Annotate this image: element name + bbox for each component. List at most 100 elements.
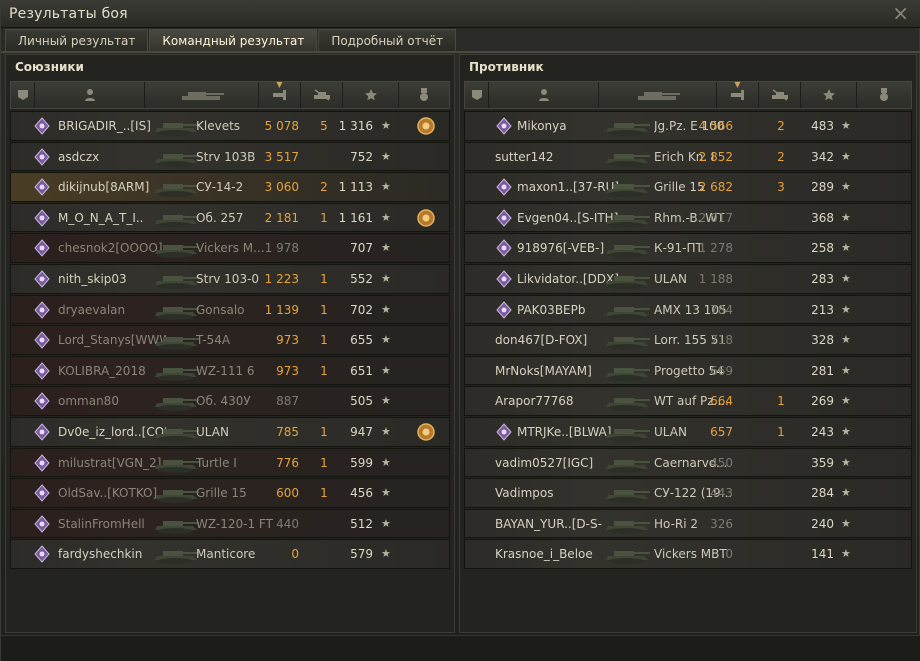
player-row[interactable]: Krasnoe_i_Beloe Vickers MBT 0 141 ★ [464, 539, 912, 569]
player-name: OldSav..[KOTKO] [58, 486, 158, 501]
damage-value: 2 852 [698, 149, 733, 164]
player-icon[interactable] [489, 82, 599, 108]
player-row[interactable]: Dv0e_iz_lord..[COIOZ]ULAN7851947★ [10, 416, 450, 447]
clan-badge-icon [33, 117, 51, 135]
player-row[interactable]: nith_skip03 Strv 103-0 1 223 1 552 ★ [10, 263, 450, 294]
frags-value: 2 [777, 149, 785, 164]
star-icon: ★ [841, 547, 851, 561]
star-icon: ★ [841, 394, 851, 408]
tab-personal[interactable]: Личный результат [5, 29, 149, 51]
tank-image [151, 389, 201, 413]
player-row[interactable]: asdczx Strv 103B 3 517 752 ★ [10, 141, 450, 172]
player-row[interactable]: don467[D-FOX] Lorr. 155 51 718 328 ★ [464, 325, 912, 355]
damage-icon[interactable]: ▼ [259, 80, 301, 108]
player-row[interactable]: OldSav..[KOTKO] Grille 15 600 1 456 ★ [10, 478, 450, 508]
player-row[interactable]: Arapor77768 WT auf Pz.... 664 1 269 ★ [464, 386, 912, 416]
xp-value: 213 [811, 302, 834, 317]
tab-detailed[interactable]: Подробный отчёт [318, 29, 457, 51]
frags-value: 1 [320, 302, 328, 317]
damage-value: 3 517 [264, 149, 299, 164]
player-row[interactable]: Likvidator..[DDX] ULAN 1 188 283 ★ [464, 263, 912, 294]
squad-icon[interactable] [11, 82, 35, 108]
medal-icon[interactable] [416, 422, 436, 442]
player-row[interactable]: PAK03BEPb AMX 13 105 784 213 ★ [464, 294, 912, 325]
player-row[interactable]: vadim0527[IGC] Caernarvo... 450 359 ★ [464, 447, 912, 478]
player-row[interactable]: BRIGADIR_..[IS] Klevets 5 078 5 1 316 ★ [10, 111, 450, 141]
player-name: don467[D-FOX] [495, 333, 588, 348]
clan-badge-icon [33, 331, 51, 349]
player-icon[interactable] [35, 82, 145, 108]
player-row[interactable]: KOLIBRA_2018 WZ-111 6 973 1 651 ★ [10, 355, 450, 386]
player-name: Krasnoe_i_Beloe [495, 547, 593, 562]
medal-icon[interactable] [399, 82, 449, 108]
damage-icon[interactable]: ▼ [717, 80, 759, 108]
clan-badge-icon [495, 117, 513, 135]
star-icon: ★ [841, 119, 851, 132]
star-icon: ★ [841, 302, 851, 316]
star-icon[interactable] [801, 82, 857, 108]
player-row[interactable]: Evgen04..[S-ITH] Rhm.-B. WT 2 017 368 ★ [464, 202, 912, 233]
frags-value: 2 [320, 180, 328, 195]
player-row[interactable]: BAYAN_YUR..[D-S-1] Ho-Ri 2 326 240 ★ [464, 508, 912, 539]
player-row[interactable]: MTRJKe..[BLWA] ULAN 657 1 243 ★ [464, 416, 912, 447]
player-row[interactable]: M_O_N_A_T_I.. Об. 257 2 181 1 1 161 ★ [10, 202, 450, 233]
damage-value: 2 181 [264, 210, 299, 225]
medal-icon[interactable] [857, 82, 911, 108]
close-icon[interactable]: × [892, 3, 909, 23]
player-name: StalinFromHell [58, 516, 145, 531]
frags-value: 1 [320, 333, 328, 348]
player-row[interactable]: omman80 Об. 430У 887 505 ★ [10, 386, 450, 416]
player-row[interactable]: milustrat[VGN_2] Turtle I 776 1 599 ★ [10, 447, 450, 478]
player-row[interactable]: sutter142 Erich Kn. I2 852 2 342 ★ [464, 141, 912, 172]
battle-results-window: Результаты боя × Личный результат Команд… [0, 0, 920, 661]
xp-value: 1 316 [338, 119, 373, 133]
clan-badge-icon [33, 300, 51, 319]
damage-value: 4 566 [698, 119, 733, 133]
player-row[interactable]: Lord_Stanys[WWW8]T-54A9731655★ [10, 325, 450, 355]
tank-image [151, 328, 201, 352]
player-row[interactable]: dikijnub[8ARM] СУ-14-2 3 060 2 1 113 ★ [10, 172, 450, 202]
tank-image [602, 389, 652, 413]
squad-icon[interactable] [465, 82, 489, 108]
tank-icon[interactable] [145, 82, 259, 108]
frags-value [314, 387, 334, 415]
star-icon[interactable] [343, 82, 399, 108]
xp-value: 342 [811, 149, 834, 164]
player-row[interactable]: Vadimpos СУ-122 (19... 443 284 ★ [464, 478, 912, 508]
frags-value: 1 [320, 363, 328, 378]
medal-icon[interactable] [416, 116, 436, 136]
star-icon: ★ [381, 394, 391, 408]
xp-value: 243 [811, 424, 834, 439]
sort-arrow-icon: ▼ [276, 80, 283, 89]
destroyed-tank-icon[interactable] [759, 82, 801, 108]
player-row[interactable]: MrNoks[MAYAM] Progetto 54 669 281 ★ [464, 355, 912, 386]
player-row[interactable]: 918976[-VEB-] К-91-ПТ 1 278 258 ★ [464, 233, 912, 263]
tank-image [602, 298, 652, 322]
xp-value: 328 [811, 333, 834, 348]
clan-badge-icon [33, 239, 51, 258]
star-icon: ★ [381, 516, 391, 530]
xp-value: 947 [350, 424, 373, 439]
player-row[interactable]: chesnok2[OOOO] Vickers M... 1 978 707 ★ [10, 233, 450, 263]
xp-value: 240 [811, 516, 834, 531]
damage-value: 664 [710, 394, 733, 409]
player-name: chesnok2[OOOO] [58, 241, 163, 256]
medal-icon[interactable] [416, 208, 436, 228]
player-name: MrNoks[MAYAM] [495, 363, 592, 378]
destroyed-tank-icon[interactable] [301, 82, 343, 108]
player-row[interactable]: maxon1..[37-RU] Grille 15 2 682 3 289 ★ [464, 172, 912, 202]
frags-value: 1 [320, 210, 328, 225]
damage-value: 0 [725, 547, 733, 562]
tank-icon[interactable] [599, 82, 717, 108]
star-icon: ★ [381, 241, 391, 255]
player-row[interactable]: StalinFromHell WZ-120-1 FT 440 512 ★ [10, 508, 450, 539]
star-icon: ★ [381, 363, 391, 377]
player-row[interactable]: fardyshechkin Manticore 0 579 ★ [10, 539, 450, 569]
tab-team[interactable]: Командный результат [149, 29, 318, 51]
tank-image [602, 359, 652, 383]
player-name: Arapor77768 [495, 394, 574, 409]
clan-badge-icon [33, 361, 51, 380]
damage-value: 1 139 [264, 302, 299, 317]
player-row[interactable]: dryaevalan Gonsalo 1 139 1 702 ★ [10, 294, 450, 325]
player-row[interactable]: Mikonya Jg.Pz. E 100 4 566 2 483 ★ [464, 111, 912, 141]
